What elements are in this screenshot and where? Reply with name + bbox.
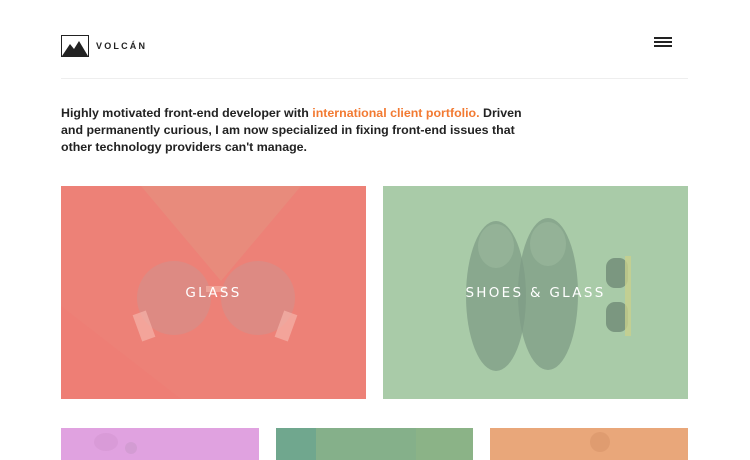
portfolio-card-glass[interactable]: GLASS [61,186,366,399]
brand-logo[interactable]: VOLCÁN [61,35,147,57]
site-header: VOLCÁN [61,30,688,79]
mountain-logo-icon [61,35,89,57]
intro-text: Highly motivated front-end developer wit… [61,105,531,156]
portfolio-card-shoes-glass[interactable]: SHOES & GLASS [383,186,688,399]
portfolio-card-pink[interactable] [61,428,259,460]
brand-name: VOLCÁN [96,41,148,51]
orange-image [590,432,610,452]
card-label-glass: GLASS [185,284,242,301]
portfolio-card-green[interactable] [276,428,473,460]
hamburger-menu-icon[interactable] [654,37,672,49]
card-label-shoes-glass: SHOES & GLASS [465,284,606,301]
intro-portfolio-link[interactable]: international client portfolio. [312,106,479,120]
pink-image [94,433,137,454]
green-image [276,428,473,460]
portfolio-card-orange[interactable] [490,428,688,460]
intro-text-start: Highly motivated front-end developer wit… [61,106,313,120]
